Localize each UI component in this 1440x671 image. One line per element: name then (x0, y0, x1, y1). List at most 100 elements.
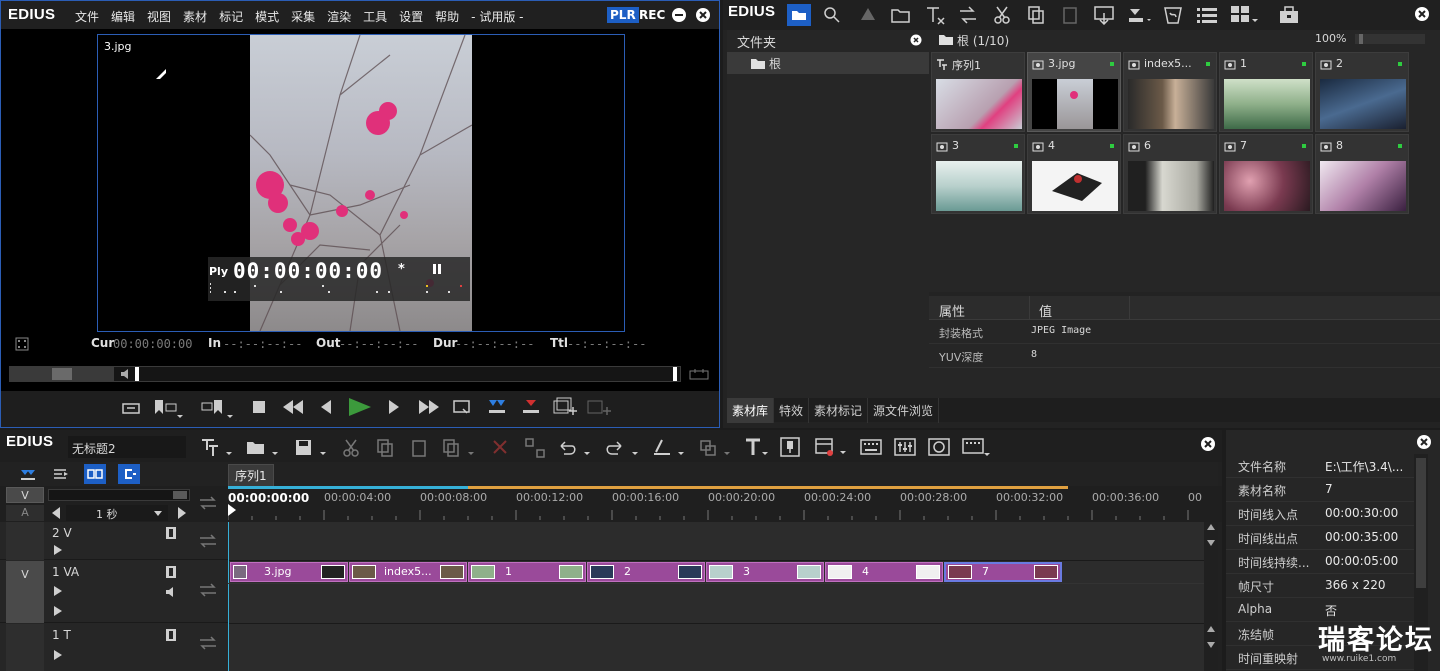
step-back-icon[interactable] (321, 400, 331, 414)
clip-tile-1[interactable]: 1 (1219, 52, 1313, 132)
edit-mode-icon[interactable] (698, 438, 734, 458)
list-view-icon[interactable] (1197, 7, 1217, 23)
clip-tile-sequence1[interactable]: 序列1 (931, 52, 1025, 132)
vertical-scrollbar[interactable] (1204, 522, 1218, 671)
time-ruler[interactable]: 00:00:00:00 00:00:04:00 00:00:08:00 00:0… (228, 486, 1218, 522)
clip-tile-index5[interactable]: index5... (1123, 52, 1217, 132)
menu-settings[interactable]: 设置 (399, 10, 423, 24)
folder-view-icon[interactable] (787, 4, 811, 26)
track-header-2v[interactable]: 2 V (0, 522, 228, 560)
audio-patch-a[interactable]: A (6, 505, 44, 521)
zoom-slider-handle[interactable] (1359, 34, 1363, 44)
menu-marker[interactable]: 标记 (219, 10, 243, 24)
undo-icon[interactable] (558, 438, 594, 458)
track-swap-icon[interactable] (198, 534, 218, 548)
timeline-clip[interactable]: index5... (349, 562, 467, 582)
info-close-icon[interactable] (1416, 434, 1432, 450)
layout-icon[interactable] (962, 438, 990, 458)
menu-edit[interactable]: 编辑 (111, 10, 135, 24)
timeline-clip-selected[interactable]: 7 (944, 562, 1062, 582)
minimize-icon[interactable] (671, 7, 687, 23)
timeline-clip[interactable]: 4 (825, 562, 943, 582)
menu-mode[interactable]: 模式 (255, 10, 279, 24)
close-icon[interactable] (695, 7, 711, 23)
track-area[interactable]: 3.jpg index5... 1 2 3 4 7 (228, 522, 1218, 671)
clip-tile-6[interactable]: 6 (1123, 134, 1217, 214)
expand-track-icon[interactable] (54, 586, 62, 596)
insert-to-timeline-icon[interactable] (487, 398, 507, 416)
scale-left-icon[interactable] (52, 507, 62, 519)
snap-icon[interactable] (118, 464, 140, 484)
delete-icon[interactable] (492, 439, 508, 455)
timeline-clip[interactable]: 3.jpg (230, 562, 348, 582)
timeline-overview-bar[interactable] (48, 489, 190, 501)
timeline-copy-icon[interactable] (376, 438, 394, 458)
open-project-icon[interactable] (246, 438, 280, 458)
expand-audio-icon[interactable] (54, 606, 62, 616)
audio-mixer-icon[interactable] (894, 438, 916, 456)
rewind-icon[interactable] (283, 400, 303, 414)
bin-close-icon[interactable] (1414, 6, 1430, 22)
paste-mode-icon[interactable] (442, 438, 476, 458)
scrub-bar[interactable] (9, 366, 681, 382)
overwrite-to-timeline-icon[interactable] (521, 398, 541, 416)
track-header-1t[interactable]: 1 T (0, 624, 228, 671)
track-header-1va[interactable]: V 1 VA (0, 561, 228, 623)
paste-icon[interactable] (1061, 5, 1079, 25)
stop-icon[interactable] (253, 401, 265, 413)
clip-tile-7[interactable]: 7 (1219, 134, 1313, 214)
sync-mode-icon[interactable] (18, 466, 36, 482)
keyboard-icon[interactable] (860, 438, 882, 456)
timeline-clip[interactable]: 1 (468, 562, 586, 582)
save-icon[interactable] (294, 438, 328, 458)
toolbox-icon[interactable] (1279, 5, 1299, 25)
title-icon[interactable] (744, 437, 768, 459)
thumbnail-view-icon[interactable] (1231, 6, 1259, 24)
scale-right-icon[interactable] (176, 507, 186, 519)
tab-bin[interactable]: 素材库 (727, 398, 775, 423)
timeline-close-icon[interactable] (1200, 436, 1216, 452)
mark-out-dropdown-icon[interactable] (201, 397, 237, 419)
tab-clip-markers[interactable]: 素材标记 (809, 398, 869, 423)
jog-slider[interactable] (10, 367, 114, 381)
plr-button[interactable]: PLR (607, 7, 639, 23)
folder-item-root[interactable]: 根 (727, 52, 929, 74)
new-sequence-icon[interactable] (200, 438, 234, 458)
audio-mute-icon[interactable] (165, 586, 177, 598)
folder-panel-close-icon[interactable] (910, 34, 922, 46)
timeline-clip[interactable]: 3 (706, 562, 824, 582)
clip-tile-8[interactable]: 8 (1315, 134, 1409, 214)
send-to-player-icon[interactable] (1093, 5, 1115, 25)
menu-file[interactable]: 文件 (75, 10, 99, 24)
link-icon[interactable] (84, 464, 106, 484)
timeline-clip[interactable]: 2 (587, 562, 705, 582)
track-swap-icon[interactable] (198, 583, 218, 597)
title-mute-icon[interactable] (166, 629, 176, 641)
playhead-handle[interactable] (135, 367, 139, 381)
add-to-timeline-icon[interactable] (1127, 5, 1151, 25)
up-folder-icon[interactable] (861, 8, 875, 20)
ruler-swap-icon[interactable] (198, 496, 218, 510)
timeline-paste-icon[interactable] (410, 438, 428, 458)
fit-icon[interactable] (689, 367, 709, 381)
zoom-slider[interactable] (1355, 34, 1425, 44)
cut-icon[interactable] (993, 5, 1011, 25)
menu-tools[interactable]: 工具 (363, 10, 387, 24)
insert-mode-icon[interactable] (52, 466, 70, 482)
expand-track-icon[interactable] (54, 545, 62, 555)
vectorscope-icon[interactable] (928, 438, 950, 456)
jog-handle[interactable] (52, 368, 72, 380)
track-swap-icon[interactable] (198, 636, 218, 650)
open-folder-icon[interactable] (891, 7, 911, 23)
title-tool-icon[interactable] (925, 5, 945, 25)
menu-render[interactable]: 渲染 (327, 10, 351, 24)
add-clip-icon[interactable] (553, 397, 577, 419)
clip-tile-2[interactable]: 2 (1315, 52, 1409, 132)
clip-tile-3jpg[interactable]: 3.jpg (1027, 52, 1121, 132)
step-forward-icon[interactable] (389, 400, 399, 414)
video-mute-icon[interactable] (166, 566, 176, 578)
add-clip-disabled-icon[interactable] (587, 397, 611, 419)
mark-in-dropdown-icon[interactable] (153, 397, 183, 419)
menu-clip[interactable]: 素材 (183, 10, 207, 24)
play-icon[interactable] (349, 398, 371, 416)
